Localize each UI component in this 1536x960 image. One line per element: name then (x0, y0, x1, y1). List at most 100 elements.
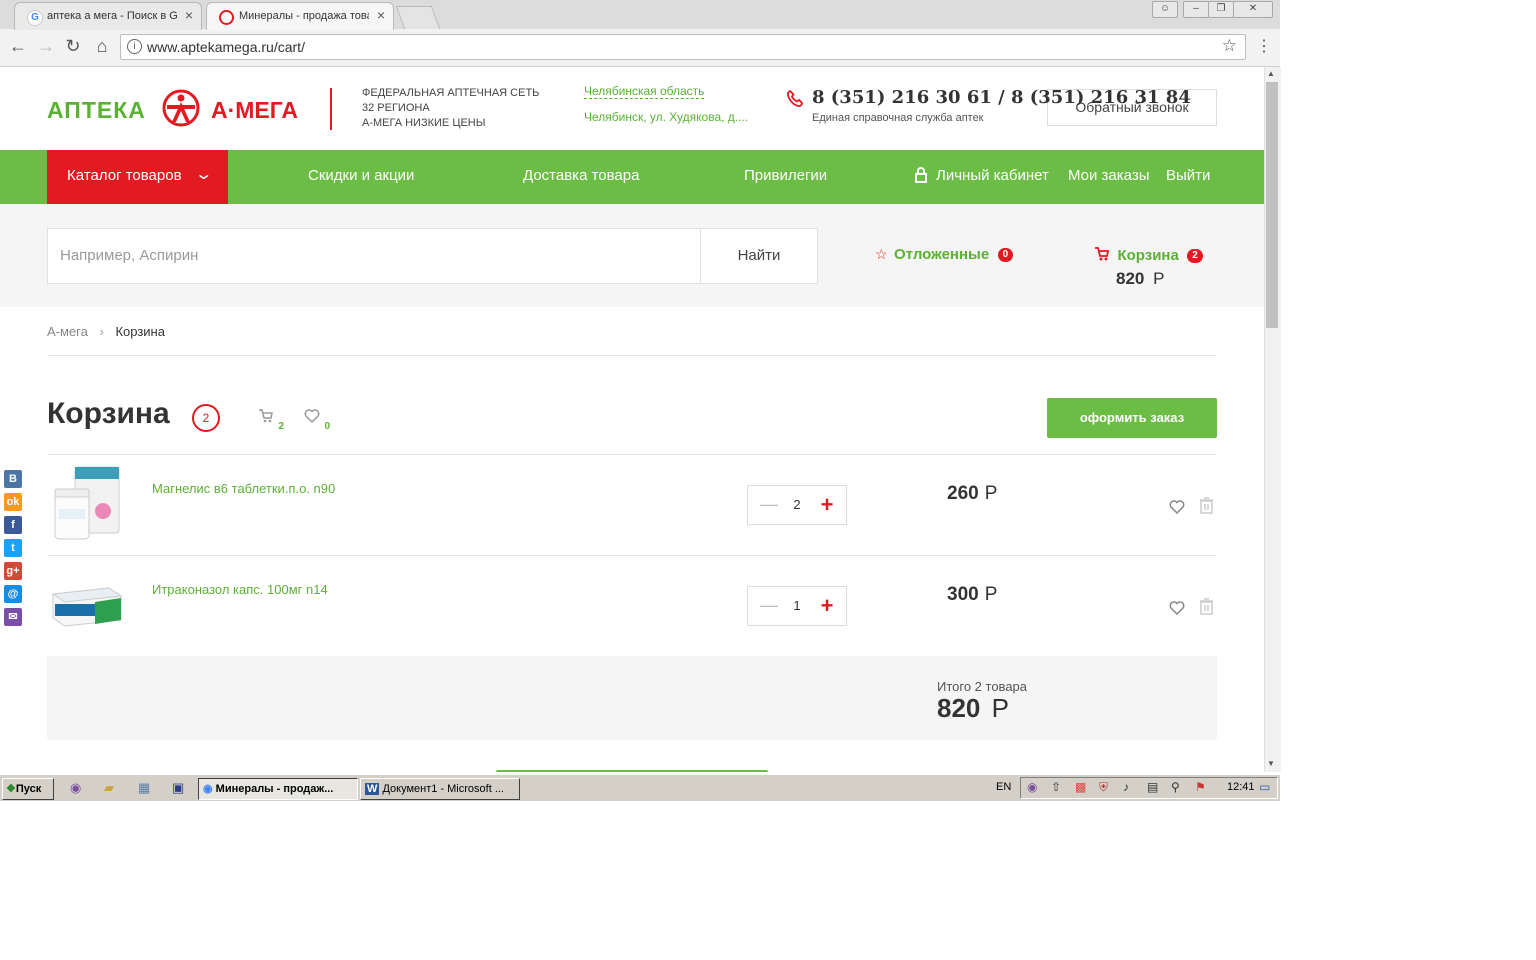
cart-summary: Итого 2 товара 820 Р (47, 656, 1217, 740)
product-name-link[interactable]: Магнелис в6 таблетки.п.о. n90 (152, 481, 335, 496)
catalog-button[interactable]: Каталог товаров ⌄ (47, 150, 228, 204)
apteka-favicon-icon (219, 10, 234, 25)
odnoklassniki-share-icon[interactable]: ok (4, 493, 22, 511)
phone-icon (787, 89, 803, 107)
increase-button[interactable]: + (818, 492, 836, 518)
info-icon[interactable]: i (127, 39, 142, 54)
phone-number[interactable]: 8 (351) 216 30 61 / 8 (351) 216 31 84 (812, 87, 1191, 108)
update-tray-icon[interactable]: ⇧ (1051, 780, 1061, 794)
heart-icon (304, 409, 320, 424)
language-indicator[interactable]: EN (996, 781, 1011, 793)
minimize-button[interactable]: – (1183, 1, 1209, 18)
bottom-checkout-button-edge[interactable] (496, 770, 768, 772)
header-cart-link[interactable]: Корзина 2 (1094, 246, 1203, 265)
nav-item-logout[interactable]: Выйти (1166, 167, 1210, 184)
checkout-button[interactable]: оформить заказ (1047, 398, 1217, 438)
deferred-label: Отложенные (894, 246, 990, 263)
search-button[interactable]: Найти (700, 228, 818, 284)
taskbar-window-word[interactable]: W Документ1 - Microsoft ... (360, 778, 520, 800)
nav-item-discounts[interactable]: Скидки и акции (308, 167, 414, 184)
windows-logo-icon: ❖ (6, 783, 16, 795)
scroll-up-icon[interactable]: ▲ (1267, 69, 1275, 78)
summary-total-value: 820 (937, 693, 981, 723)
nav-item-privileges[interactable]: Привилегии (744, 167, 827, 184)
app-tray-icon[interactable]: ▩ (1075, 780, 1086, 794)
vk-share-icon[interactable]: В (4, 470, 22, 488)
decrease-button[interactable]: — (760, 595, 778, 616)
nav-item-orders[interactable]: Мои заказы (1068, 167, 1150, 184)
start-button[interactable]: ❖Пуск (2, 778, 54, 800)
logo-text-right: А·МЕГА (211, 97, 298, 123)
menu-icon[interactable]: ⋮ (1256, 36, 1272, 56)
decrease-button[interactable]: — (760, 494, 778, 515)
address-bar[interactable]: i www.aptekamega.ru/cart/ ☆ (120, 34, 1246, 60)
reload-icon[interactable]: ↻ (63, 36, 83, 57)
search-input[interactable]: Например, Аспирин (47, 228, 701, 284)
favorites-view-toggle[interactable]: 0 (304, 408, 330, 432)
deferred-link[interactable]: ☆ Отложенные 0 (875, 246, 1014, 264)
tagline-line: А-МЕГА НИЗКИЕ ЦЕНЫ (362, 117, 486, 129)
folder-icon[interactable]: ▰ (104, 780, 114, 796)
google-plus-share-icon[interactable]: g+ (4, 562, 22, 580)
security-tray-icon[interactable]: ⛨ (1099, 780, 1108, 795)
increase-button[interactable]: + (818, 593, 836, 619)
back-icon[interactable]: ← (8, 36, 28, 57)
tagline: ФЕДЕРАЛЬНАЯ АПТЕЧНАЯ СЕТЬ 32 РЕГИОНА А-М… (362, 86, 539, 131)
cart-total-currency: Р (1153, 269, 1165, 288)
mailru-share-icon[interactable]: @ (4, 585, 22, 603)
close-tab-icon[interactable]: × (377, 7, 385, 23)
nav-item-delivery[interactable]: Доставка товара (523, 167, 639, 184)
email-share-icon[interactable]: ✉ (4, 608, 22, 626)
start-label: Пуск (15, 783, 42, 795)
save-icon[interactable]: ▣ (172, 780, 184, 796)
taskbar-window-label: Документ1 - Microsoft ... (382, 783, 504, 795)
twitter-share-icon[interactable]: t (4, 539, 22, 557)
product-name-link[interactable]: Итраконазол капс. 100мг n14 (152, 582, 328, 597)
calculator-icon[interactable]: ▦ (138, 780, 150, 796)
search-placeholder: Например, Аспирин (60, 247, 199, 264)
nav-item-account[interactable]: Личный кабинет (936, 167, 1049, 184)
close-tab-icon[interactable]: × (185, 7, 193, 23)
scrollbar-thumb[interactable] (1266, 82, 1278, 328)
cart-item: Магнелис в6 таблетки.п.о. n90 — 2 + 260 Р (47, 455, 1217, 555)
store-address[interactable]: Челябинск, ул. Худякова, д.... (584, 110, 748, 124)
breadcrumb-home[interactable]: А-мега (47, 324, 88, 339)
heart-icon[interactable] (1169, 600, 1185, 615)
browser-tab-google[interactable]: G аптека а мега - Поиск в G × (14, 2, 202, 30)
google-favicon-icon: G (27, 10, 43, 26)
viber-tray-icon[interactable]: ◉ (1027, 780, 1037, 794)
close-window-button[interactable]: ✕ (1233, 1, 1273, 18)
scroll-down-icon[interactable]: ▼ (1267, 759, 1275, 768)
quantity-stepper[interactable]: — 2 + (747, 485, 847, 525)
checkout-label: оформить заказ (1079, 410, 1185, 425)
network-icon[interactable]: ▤ (1147, 780, 1158, 794)
home-icon[interactable]: ⌂ (92, 36, 112, 57)
search-button-label: Найти (737, 247, 781, 264)
breadcrumb-current: Корзина (115, 324, 165, 339)
browser-tab-apteka[interactable]: Минералы - продажа това × (206, 2, 394, 30)
volume-icon[interactable]: ♪ (1123, 780, 1129, 794)
bookmark-star-icon[interactable]: ☆ (1222, 36, 1237, 56)
desktop-icon[interactable]: ▭ (1259, 780, 1270, 794)
cart-view-toggle[interactable]: 2 (258, 408, 284, 432)
viber-icon[interactable]: ◉ (70, 780, 81, 796)
logo-text-left: АПТЕКА (47, 97, 146, 123)
quantity-value[interactable]: 2 (786, 497, 808, 512)
price-currency: Р (984, 584, 998, 605)
clock[interactable]: 12:41 (1227, 781, 1255, 793)
trash-icon[interactable] (1199, 598, 1214, 615)
trash-icon[interactable] (1199, 497, 1214, 514)
restore-button[interactable]: ❐ (1208, 1, 1234, 18)
lock-icon (915, 167, 927, 183)
logo[interactable]: АПТЕКА (47, 97, 146, 124)
usb-icon[interactable]: ⚲ (1171, 780, 1180, 794)
forward-icon[interactable]: → (36, 36, 56, 57)
taskbar-window-chrome[interactable]: ◉ Минералы - продаж... (198, 778, 358, 800)
profile-icon[interactable]: ☺ (1152, 1, 1178, 18)
facebook-share-icon[interactable]: f (4, 516, 22, 534)
region-selector[interactable]: Челябинская область (584, 84, 705, 99)
heart-icon[interactable] (1169, 499, 1185, 514)
quantity-stepper[interactable]: — 1 + (747, 586, 847, 626)
flag-icon[interactable]: ⚑ (1195, 780, 1206, 794)
quantity-value[interactable]: 1 (786, 598, 808, 613)
